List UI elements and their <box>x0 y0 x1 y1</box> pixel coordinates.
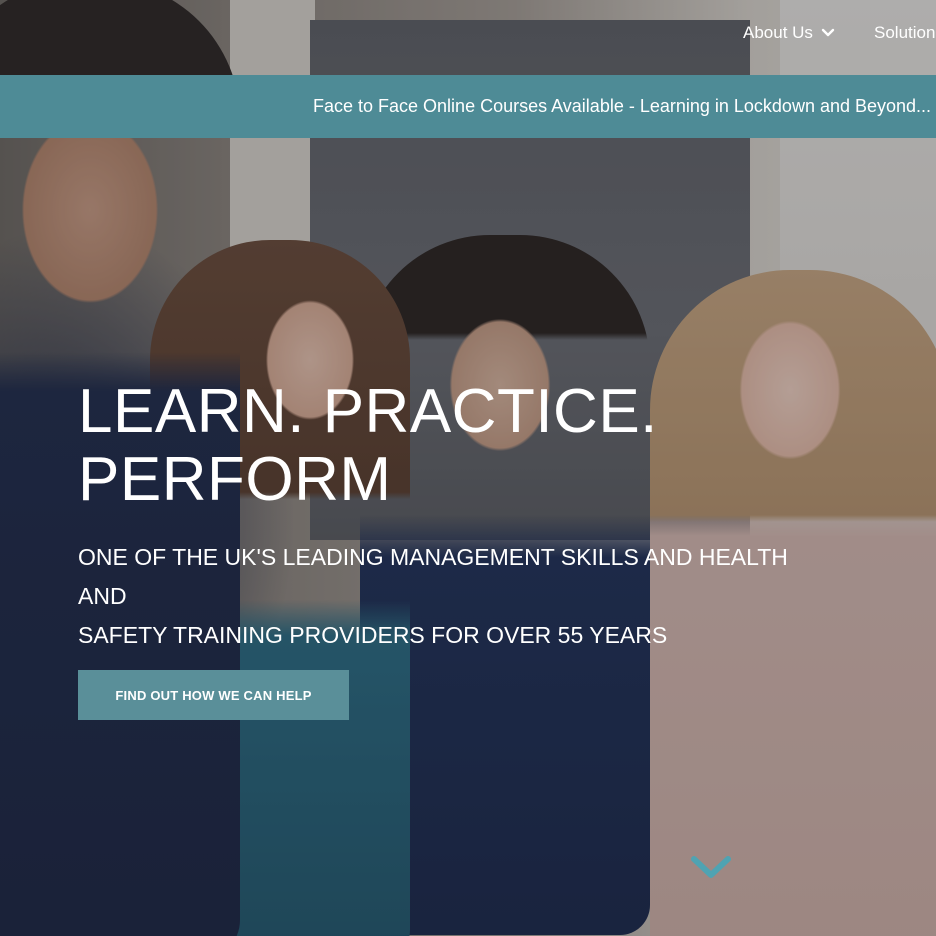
hero-section: About Us Solution Face to Face Online Co… <box>0 0 936 936</box>
chevron-down-icon[interactable] <box>689 852 733 882</box>
nav-item-solutions[interactable]: Solution <box>874 23 935 43</box>
hero-subheading-line: SAFETY TRAINING PROVIDERS FOR OVER 55 YE… <box>78 622 668 648</box>
find-out-how-button[interactable]: FIND OUT HOW WE CAN HELP <box>78 670 349 720</box>
announcement-banner[interactable]: Face to Face Online Courses Available - … <box>0 75 936 138</box>
hero-headline-line: LEARN. PRACTICE. <box>78 377 658 446</box>
hero-headline: LEARN. PRACTICE. PERFORM <box>78 378 718 514</box>
announcement-text[interactable]: Face to Face Online Courses Available - … <box>313 96 931 117</box>
top-navigation: About Us Solution <box>0 0 936 75</box>
nav-item-label: About Us <box>743 23 813 42</box>
nav-item-label: Solution <box>874 23 936 42</box>
hero-subheading-line: ONE OF THE UK'S LEADING MANAGEMENT SKILL… <box>78 544 788 609</box>
hero-subheading: ONE OF THE UK'S LEADING MANAGEMENT SKILL… <box>78 538 838 655</box>
nav-item-about-us[interactable]: About Us <box>743 23 835 43</box>
chevron-down-icon <box>821 28 835 37</box>
hero-headline-line: PERFORM <box>78 445 392 514</box>
